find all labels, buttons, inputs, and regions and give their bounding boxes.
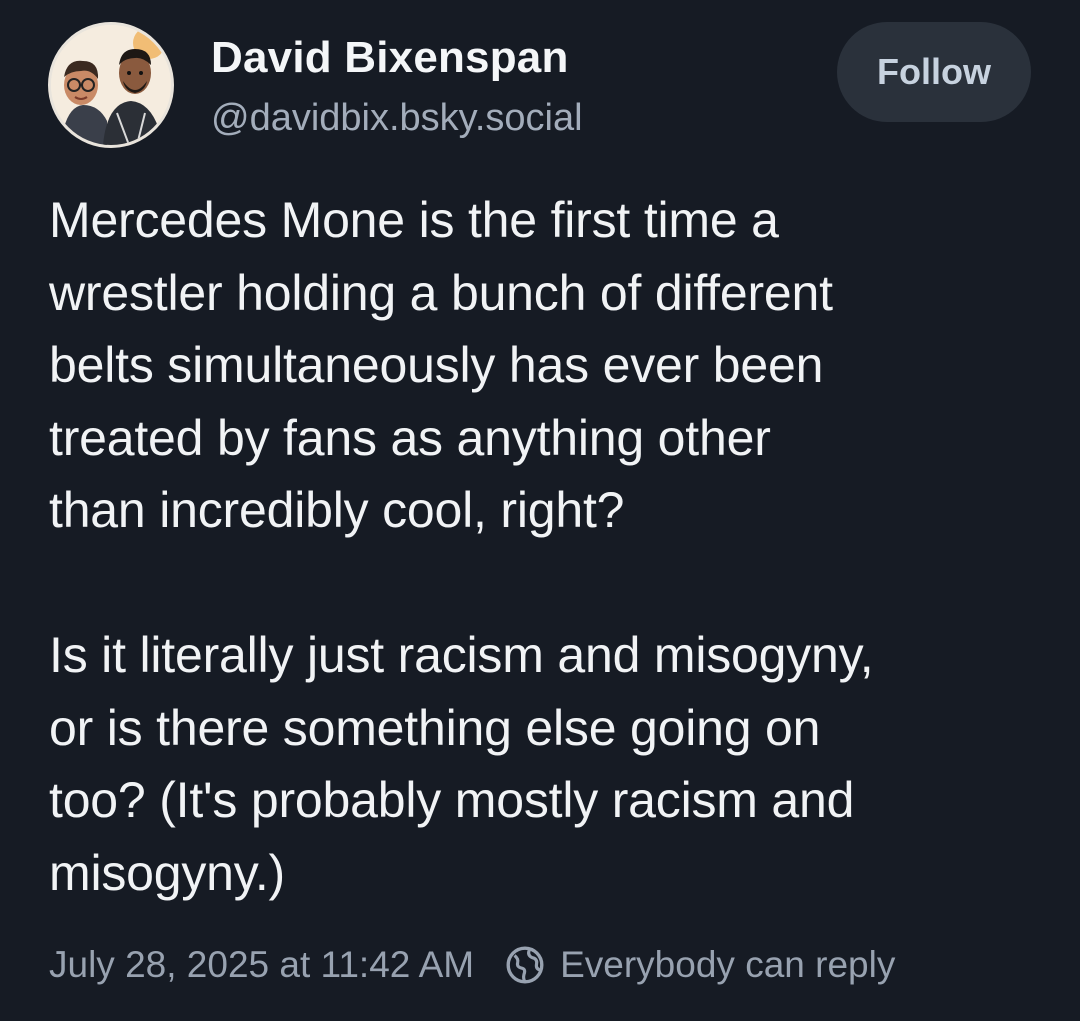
post-container: David Bixenspan @davidbix.bsky.social Fo… [0,0,1080,1021]
post-text: Mercedes Mone is the first time a wrestl… [49,184,1049,909]
post-text-line: treated by fans as anything other [49,409,771,466]
post-text-line: too? (It's probably mostly racism and [49,772,855,828]
post-text-line: belts simultaneously has ever been [49,337,824,393]
post-text-line: misogyny.) [49,844,286,901]
post-text-line: Mercedes Mone is the first time a [49,192,779,248]
post-timestamp[interactable]: July 28, 2025 at 11:42 AM [49,940,474,990]
post-text-line: Is it literally just racism and misogyny… [49,627,874,683]
post-text-line: or is there something else going on [49,699,821,756]
avatar-image [51,25,171,145]
post-text-line: wrestler holding a bunch of different [49,264,833,321]
author-display-name[interactable]: David Bixenspan [211,32,569,84]
follow-button[interactable]: Follow [837,22,1031,122]
post-text-line: than incredibly cool, right? [49,482,625,538]
reply-setting[interactable]: Everybody can reply [560,940,895,990]
author-handle[interactable]: @davidbix.bsky.social [211,94,583,142]
globe-icon [504,944,546,986]
post-meta: July 28, 2025 at 11:42 AM Everybody can … [49,940,895,990]
avatar[interactable] [48,22,174,148]
